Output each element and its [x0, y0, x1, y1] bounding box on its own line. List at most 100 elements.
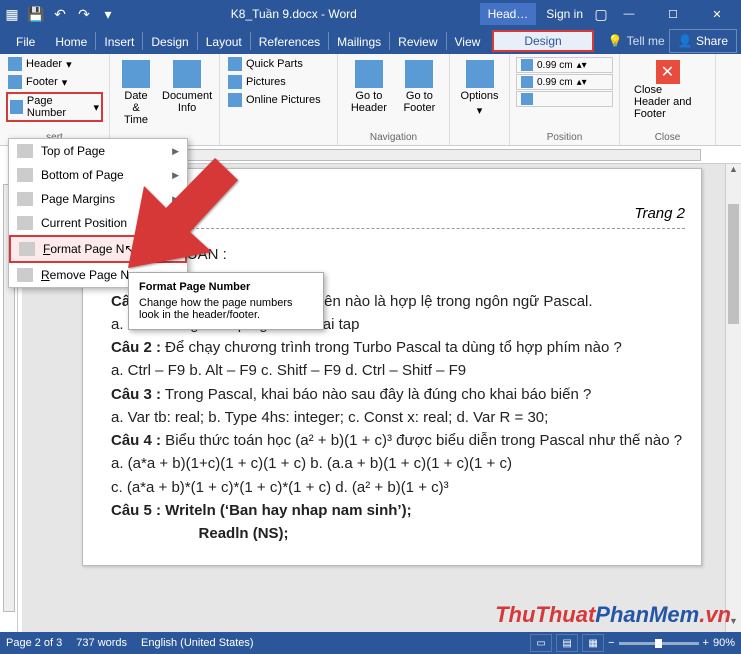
tab-insert[interactable]: Insert — [96, 30, 142, 53]
zoom-out-button[interactable]: − — [608, 637, 614, 649]
goto-footer-icon — [405, 60, 433, 88]
zoom-in-button[interactable]: + — [703, 637, 709, 649]
undo-icon[interactable]: ↶ — [52, 6, 68, 22]
options-button[interactable]: Options ▾ — [456, 56, 503, 121]
menu-item-label: Current Position — [41, 216, 127, 230]
tab-references[interactable]: References — [251, 30, 328, 53]
header-page-number: Trang 2 — [634, 205, 685, 222]
ribbon: Header ▾ Footer ▾ Page Number ▾ sert Dat… — [0, 54, 741, 146]
close-header-label: Close Header and Footer — [634, 84, 701, 120]
cursor-icon: ↖ — [124, 242, 134, 256]
language-indicator[interactable]: English (United States) — [141, 637, 254, 649]
ribbon-display-icon[interactable]: ▢ — [593, 6, 609, 22]
watermark-c: .vn — [699, 602, 731, 627]
minimize-button[interactable]: — — [609, 0, 649, 28]
word-icon: ▦ — [4, 6, 20, 22]
scroll-up-icon[interactable]: ▲ — [726, 164, 741, 180]
watermark: ThuThuatPhanMem.vn — [495, 602, 731, 628]
document-info-button[interactable]: Document Info — [156, 56, 218, 130]
status-bar: Page 2 of 3 737 words English (United St… — [0, 632, 741, 654]
document-info-icon — [173, 60, 201, 88]
page-indicator[interactable]: Page 2 of 3 — [6, 637, 62, 649]
save-icon[interactable]: 💾 — [28, 6, 44, 22]
pos-bottom-value: 0.99 cm — [537, 77, 573, 88]
share-icon: 👤 — [678, 34, 693, 48]
tooltip-title: Format Page Number — [139, 281, 313, 293]
share-label: Share — [696, 34, 728, 48]
close-icon: ✕ — [656, 60, 680, 84]
word-count[interactable]: 737 words — [76, 637, 127, 649]
online-pictures-button[interactable]: Online Pictures — [226, 92, 331, 108]
sign-in-link[interactable]: Sign in — [536, 7, 593, 21]
header-section[interactable]: i 8 Trang 2 — [111, 205, 685, 229]
doc-line: a. (a*a + b)(1+c)(1 + c)(1 + c) b. (a.a … — [111, 452, 685, 475]
menu-item-label: Top of Page — [41, 144, 105, 158]
date-time-button[interactable]: Date & Time — [116, 56, 156, 130]
page-number-dropdown[interactable]: Page Number ▾ — [6, 92, 103, 122]
group-label-close: Close — [620, 132, 715, 143]
page-number-label: Page Number — [27, 95, 90, 119]
header-from-top-input[interactable]: 0.99 cm ▴▾ — [516, 57, 613, 73]
title-bar: ▦ 💾 ↶ ↷ ▾ K8_Tuần 9.docx - Word Head… Si… — [0, 0, 741, 28]
header-label: Header — [26, 58, 62, 70]
scrollbar-thumb[interactable] — [728, 204, 739, 324]
menu-item-label: Bottom of Page — [41, 168, 124, 182]
bulb-icon: 💡 — [608, 34, 623, 48]
pictures-button[interactable]: Pictures — [226, 74, 331, 90]
goto-footer-button[interactable]: Go to Footer — [396, 56, 443, 118]
goto-header-button[interactable]: Go to Header — [344, 56, 394, 118]
tooltip-body: Change how the page numbers look in the … — [139, 297, 313, 321]
menu-page-margins[interactable]: Page Margins▶ — [9, 187, 187, 211]
tab-design[interactable]: Design — [143, 30, 196, 53]
menu-format-page-numbers[interactable]: Format Page N↖mbers... — [9, 235, 187, 263]
page-number-menu: Top of Page▶ Bottom of Page▶ Page Margin… — [8, 138, 188, 288]
menu-bar: File Home Insert Design Layout Reference… — [0, 28, 741, 54]
print-layout-button[interactable]: ▤ — [556, 634, 578, 652]
header-dropdown[interactable]: Header ▾ — [6, 56, 103, 72]
tab-mailings[interactable]: Mailings — [329, 30, 389, 53]
close-window-button[interactable]: ✕ — [697, 0, 737, 28]
options-icon — [466, 60, 494, 88]
menu-bottom-of-page[interactable]: Bottom of Page▶ — [9, 163, 187, 187]
group-label-navigation: Navigation — [338, 132, 449, 143]
vertical-scrollbar[interactable]: ▲ ▼ — [725, 164, 741, 632]
watermark-b: PhanMem — [595, 602, 699, 627]
insert-alignment-tab[interactable] — [516, 91, 613, 107]
zoom-level[interactable]: 90% — [713, 637, 735, 649]
footer-dropdown[interactable]: Footer ▾ — [6, 74, 103, 90]
redo-icon[interactable]: ↷ — [76, 6, 92, 22]
tab-review[interactable]: Review — [390, 30, 445, 53]
menu-current-position[interactable]: Current Position▶ — [9, 211, 187, 235]
zoom-slider[interactable] — [619, 642, 699, 645]
tab-home[interactable]: Home — [47, 30, 95, 53]
doc-line: Mỗi ÁCH QUAN : — [111, 243, 685, 266]
maximize-button[interactable]: ☐ — [653, 0, 693, 28]
options-label: Options — [461, 90, 499, 102]
footer-from-bottom-input[interactable]: 0.99 cm ▴▾ — [516, 74, 613, 90]
goto-footer-label: Go to Footer — [402, 90, 437, 114]
goto-header-icon — [355, 60, 383, 88]
tab-contextual-design[interactable]: Design — [492, 30, 593, 52]
tab-view[interactable]: View — [447, 30, 489, 53]
quick-parts-label: Quick Parts — [246, 58, 303, 70]
goto-header-label: Go to Header — [350, 90, 388, 114]
doc-line: a. Var tb: real; b. Type 4hs: integer; c… — [111, 406, 685, 429]
date-time-label: Date & Time — [122, 90, 150, 126]
tab-layout[interactable]: Layout — [198, 30, 250, 53]
contextual-tab-label: Head… — [480, 3, 537, 25]
date-time-icon — [122, 60, 150, 88]
footer-label: Footer — [26, 76, 58, 88]
share-button[interactable]: 👤 Share — [669, 29, 737, 53]
qat-customize-icon[interactable]: ▾ — [100, 6, 116, 22]
web-layout-button[interactable]: ▦ — [582, 634, 604, 652]
read-mode-button[interactable]: ▭ — [530, 634, 552, 652]
quick-parts-button[interactable]: Quick Parts — [226, 56, 331, 72]
document-title: K8_Tuần 9.docx - Word — [116, 7, 472, 21]
tooltip: Format Page Number Change how the page n… — [128, 272, 324, 330]
menu-top-of-page[interactable]: Top of Page▶ — [9, 139, 187, 163]
tab-file[interactable]: File — [4, 30, 47, 53]
group-label-position: Position — [510, 132, 619, 143]
watermark-a: ThuThuat — [495, 602, 595, 627]
tell-me-field[interactable]: Tell me — [627, 34, 665, 48]
close-header-footer-button[interactable]: ✕ Close Header and Footer — [626, 56, 709, 124]
